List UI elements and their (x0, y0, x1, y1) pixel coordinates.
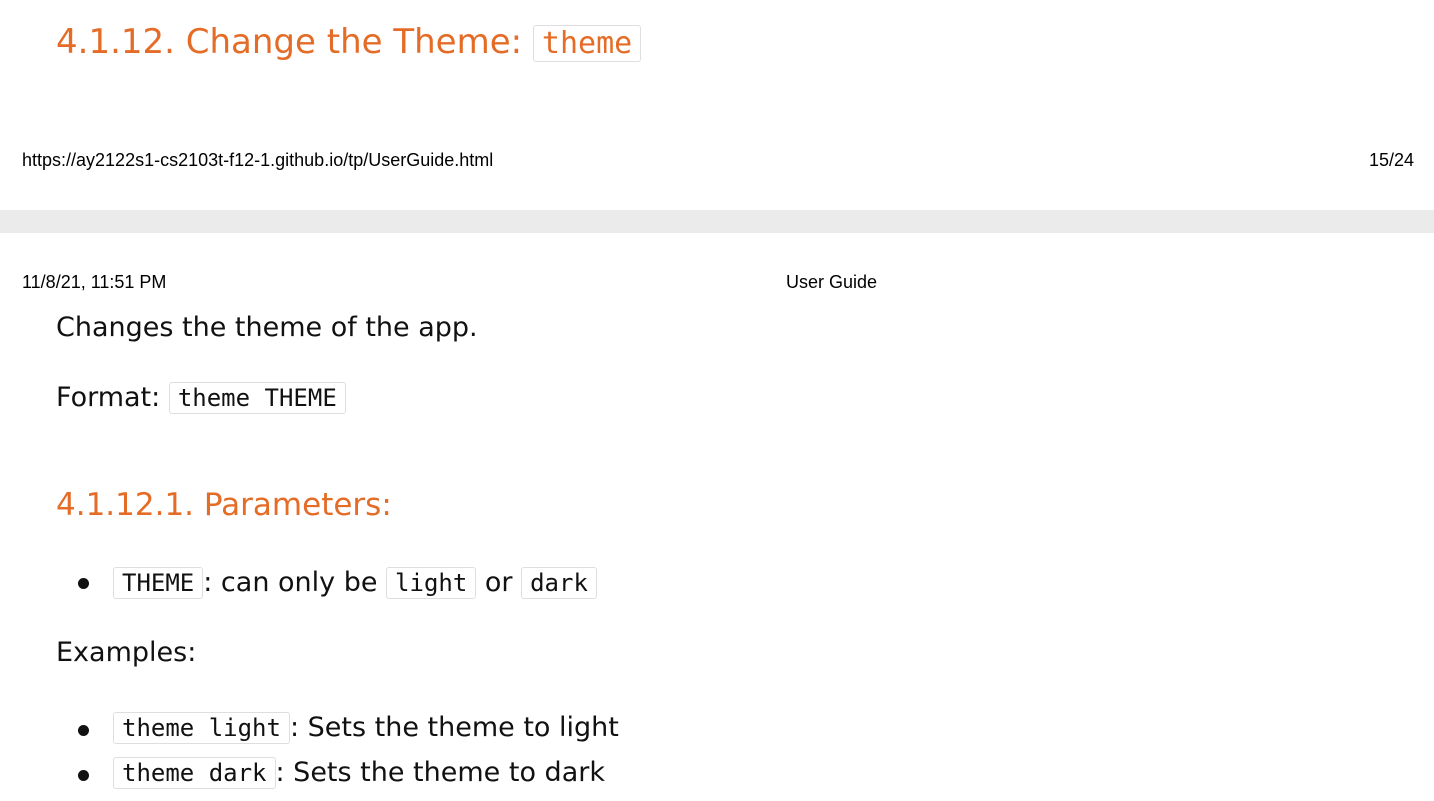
list-item: THEME: can only be light or dark (56, 562, 597, 604)
format-code: theme THEME (168, 382, 346, 414)
page-separator (0, 210, 1434, 233)
parameters-list: THEME: can only be light or dark (56, 562, 597, 604)
section-heading: 4.1.12. Change the Theme: theme (56, 18, 642, 68)
parameters-heading: 4.1.12.1. Parameters: (56, 487, 392, 523)
examples-list: theme light: Sets the theme to light the… (56, 707, 619, 797)
pdf-page-top: 4.1.12. Change the Theme: theme https://… (0, 0, 1434, 210)
description-text: Changes the theme of the app. (56, 312, 478, 343)
footer-url: https://ay2122s1-cs2103t-f12-1.github.io… (22, 150, 494, 170)
param-value-code: light (386, 567, 477, 599)
format-line: Format: theme THEME (56, 382, 346, 414)
bullet-icon (78, 769, 89, 781)
list-item: theme light: Sets the theme to light (56, 707, 619, 752)
example-code: theme light (113, 712, 290, 744)
bullet-icon (78, 724, 89, 736)
header-datetime: 11/8/21, 11:51 PM (22, 272, 167, 292)
param-code: THEME (113, 567, 204, 599)
section-heading-text: 4.1.12. Change the Theme: (56, 22, 533, 62)
examples-label: Examples: (56, 637, 197, 668)
param-text: : can only be (203, 567, 387, 598)
example-text: : Sets the theme to light (289, 712, 619, 743)
footer-page-number: 15/24 (1368, 150, 1414, 170)
header-title: User Guide (786, 272, 878, 292)
format-label: Format: (56, 382, 169, 413)
param-text: or (476, 567, 522, 598)
example-text: : Sets the theme to dark (275, 757, 605, 788)
list-item: theme dark: Sets the theme to dark (56, 752, 619, 797)
example-code: theme dark (113, 757, 276, 789)
section-heading-code: theme (532, 25, 642, 62)
param-value-code: dark (521, 567, 597, 599)
bullet-icon (78, 578, 89, 589)
